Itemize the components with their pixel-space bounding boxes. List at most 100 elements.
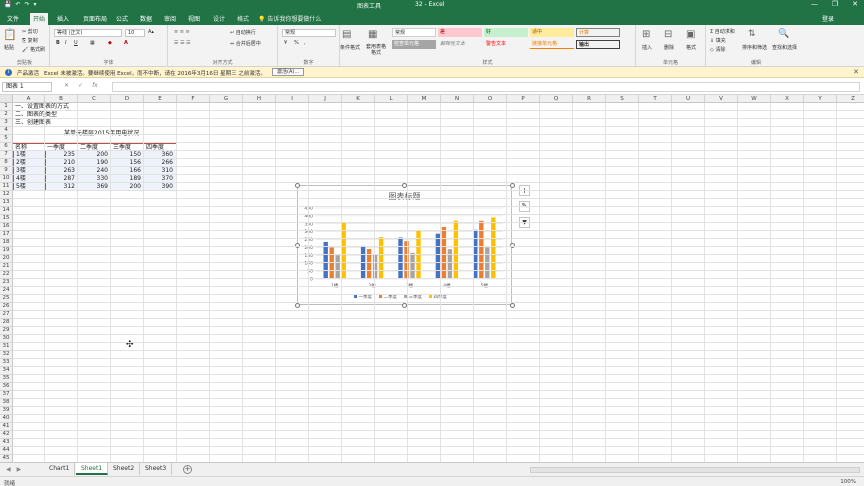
formula-input[interactable]: [112, 82, 860, 92]
column-header[interactable]: E: [144, 95, 177, 103]
row-header[interactable]: 43: [0, 439, 13, 447]
row-header[interactable]: 21: [0, 263, 13, 271]
row-header[interactable]: 4: [0, 127, 13, 135]
row-header[interactable]: 39: [0, 407, 13, 415]
column-header[interactable]: C: [78, 95, 111, 103]
row-header[interactable]: 9: [0, 167, 13, 175]
format-as-table-icon[interactable]: ▦: [368, 29, 377, 40]
close-notification-icon[interactable]: ✕: [853, 68, 859, 76]
grow-font-icon[interactable]: A▴: [148, 29, 154, 35]
row-header[interactable]: 27: [0, 311, 13, 319]
tab-insert[interactable]: 插入: [54, 13, 72, 25]
underline-button[interactable]: U: [74, 40, 78, 46]
bold-button[interactable]: B: [56, 40, 60, 46]
resize-handle-tr[interactable]: [510, 183, 515, 188]
column-header[interactable]: M: [408, 95, 441, 103]
row-header[interactable]: 44: [0, 447, 13, 455]
column-header[interactable]: Z: [837, 95, 864, 103]
insert-cells-icon[interactable]: ⊞: [642, 29, 650, 40]
column-header[interactable]: R: [573, 95, 606, 103]
paste-icon[interactable]: 📋: [3, 28, 17, 41]
italic-button[interactable]: I: [65, 40, 66, 46]
conditional-format-button[interactable]: 条件格式: [340, 44, 360, 51]
row-header[interactable]: 26: [0, 303, 13, 311]
row-header[interactable]: 16: [0, 223, 13, 231]
tab-review[interactable]: 审阅: [161, 13, 179, 25]
font-name-combo[interactable]: 等线 (正文): [54, 29, 122, 37]
row-header[interactable]: 20: [0, 255, 13, 263]
column-header[interactable]: A: [13, 95, 45, 103]
style-output[interactable]: 输出: [576, 40, 620, 49]
style-good[interactable]: 好: [484, 28, 528, 37]
currency-icon[interactable]: ¥: [284, 40, 287, 46]
row-header[interactable]: 23: [0, 279, 13, 287]
enter-icon[interactable]: ✓: [78, 82, 83, 89]
sheet-tab-chart1[interactable]: Chart1: [44, 463, 76, 475]
row-header[interactable]: 33: [0, 359, 13, 367]
tell-me-search[interactable]: 💡 告诉我你想要做什么: [258, 14, 321, 23]
column-header[interactable]: T: [639, 95, 672, 103]
row-header[interactable]: 13: [0, 199, 13, 207]
row-header[interactable]: 6: [0, 143, 13, 151]
resize-handle-br[interactable]: [510, 303, 515, 308]
style-normal[interactable]: 常规: [392, 28, 436, 37]
row-header[interactable]: 11: [0, 183, 13, 191]
column-header[interactable]: D: [111, 95, 144, 103]
style-check-cell[interactable]: 检查单元格: [392, 40, 436, 49]
column-header[interactable]: H: [243, 95, 276, 103]
row-header[interactable]: 31: [0, 343, 13, 351]
column-header[interactable]: G: [210, 95, 243, 103]
number-format-combo[interactable]: 常规: [282, 29, 336, 37]
row-header[interactable]: 34: [0, 367, 13, 375]
style-warning[interactable]: 警告文本: [484, 40, 528, 49]
row-header[interactable]: 25: [0, 295, 13, 303]
sheet-tab-sheet3[interactable]: Sheet3: [140, 463, 173, 475]
column-header[interactable]: K: [342, 95, 375, 103]
worksheet-grid[interactable]: 一、设置图表的方式 二、图表的类型 三、创建图表 某单元楼层2015年用电状况 …: [0, 95, 864, 462]
sheet-tab-sheet2[interactable]: Sheet2: [108, 463, 141, 475]
cut-button[interactable]: ✂ 剪切: [22, 28, 38, 35]
select-all-corner[interactable]: [0, 95, 13, 103]
minimize-icon[interactable]: —: [811, 0, 818, 8]
restore-icon[interactable]: ❐: [832, 0, 838, 8]
row-header[interactable]: 37: [0, 391, 13, 399]
merge-center-button[interactable]: ⇔ 合并后居中: [230, 40, 261, 47]
row-header[interactable]: 35: [0, 375, 13, 383]
fill-button[interactable]: ⇓ 填充: [710, 37, 726, 44]
sort-filter-button[interactable]: 排序和筛选: [742, 44, 767, 51]
format-painter-button[interactable]: 🖌 格式刷: [22, 46, 45, 53]
row-header[interactable]: 7: [0, 151, 13, 159]
percent-button[interactable]: %: [294, 40, 299, 46]
style-neutral[interactable]: 适中: [530, 28, 574, 37]
font-size-combo[interactable]: 10: [125, 29, 145, 37]
column-header[interactable]: O: [474, 95, 507, 103]
column-header[interactable]: Y: [804, 95, 837, 103]
format-as-table-button[interactable]: 套用表格格式: [364, 44, 388, 56]
undo-icon[interactable]: ↶: [15, 1, 20, 8]
cancel-icon[interactable]: ✕: [64, 82, 69, 89]
row-header[interactable]: 18: [0, 239, 13, 247]
tab-formulas[interactable]: 公式: [113, 13, 131, 25]
fill-color-icon[interactable]: ◆: [108, 40, 112, 46]
name-box[interactable]: 图表 1: [2, 82, 52, 92]
column-header[interactable]: V: [705, 95, 738, 103]
tab-chart-format[interactable]: 格式: [234, 13, 252, 25]
conditional-format-icon[interactable]: ▤: [342, 29, 351, 40]
column-header[interactable]: S: [606, 95, 639, 103]
font-color-icon[interactable]: A: [124, 40, 128, 46]
row-header[interactable]: 19: [0, 247, 13, 255]
insert-cells-button[interactable]: 插入: [642, 44, 652, 51]
column-header[interactable]: U: [672, 95, 705, 103]
column-header[interactable]: F: [177, 95, 210, 103]
column-header[interactable]: B: [45, 95, 78, 103]
autosum-button[interactable]: Σ 自动求和: [710, 28, 735, 35]
row-header[interactable]: 29: [0, 327, 13, 335]
save-icon[interactable]: 💾: [4, 1, 11, 8]
resize-handle-tl[interactable]: [295, 183, 300, 188]
row-header[interactable]: 15: [0, 215, 13, 223]
column-header[interactable]: P: [507, 95, 540, 103]
paste-button[interactable]: 粘贴: [4, 44, 14, 51]
add-sheet-button[interactable]: +: [183, 465, 192, 474]
resize-handle-bl[interactable]: [295, 303, 300, 308]
row-header[interactable]: 30: [0, 335, 13, 343]
